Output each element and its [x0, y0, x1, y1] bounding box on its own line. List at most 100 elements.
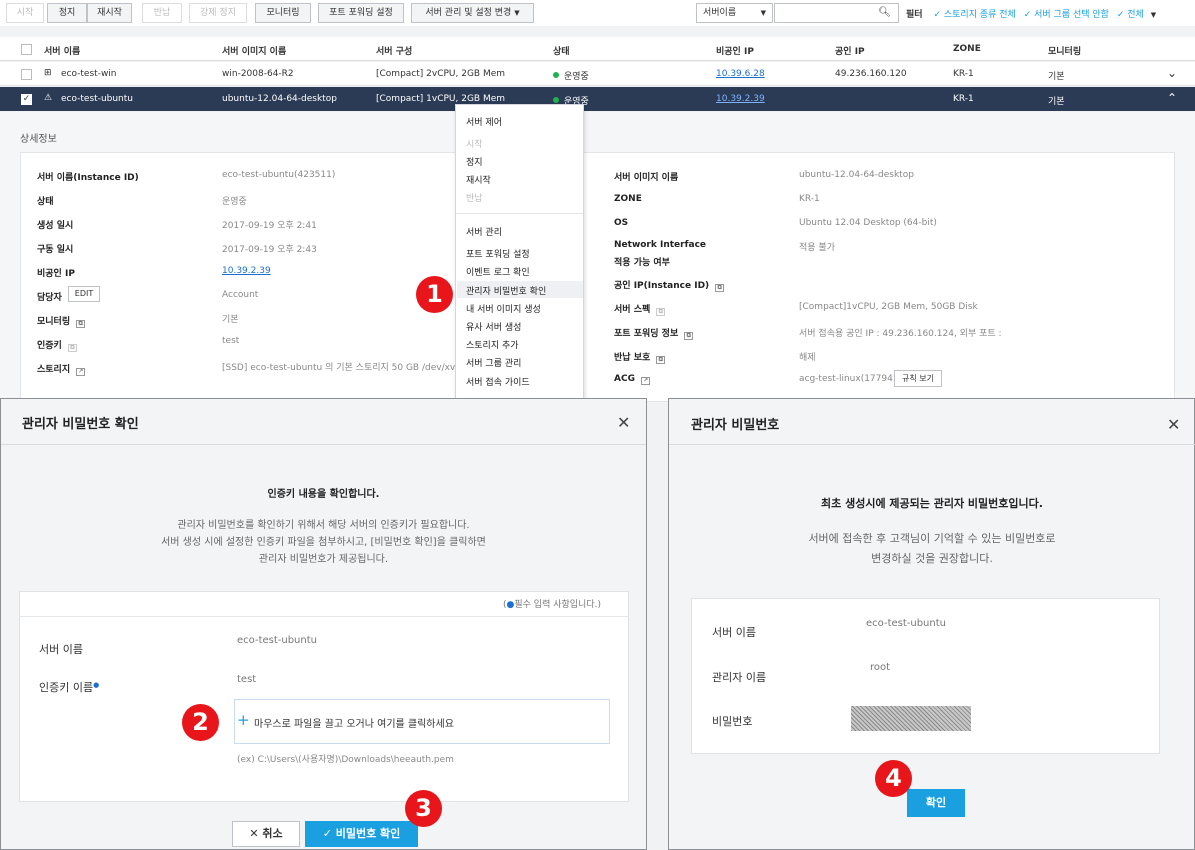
- detail-value: [SSD] eco-test-ubuntu 의 기본 스토리지 50 GB /d…: [222, 363, 467, 373]
- running-status-icon: [553, 97, 559, 103]
- menu-item[interactable]: 서버 그룹 관리: [466, 356, 521, 369]
- start-button[interactable]: 시작: [6, 3, 44, 23]
- table-row-selected[interactable]: ✓ ⚠ eco-test-ubuntu ubuntu-12.04-64-desk…: [0, 87, 1195, 111]
- server-spec: [Compact] 2vCPU, 2GB Mem: [376, 69, 506, 79]
- filter-storage[interactable]: 스토리지 종류 전체: [944, 10, 1016, 20]
- context-menu: 서버 제어 시작 정지 재시작 반납 서버 관리 포트 포워딩 설정 이벤트 로…: [455, 104, 584, 400]
- detail-label-text: ACG: [614, 374, 635, 384]
- dialog-title: 관리자 비밀번호 확인: [22, 417, 139, 432]
- popup-icon[interactable]: ⧉: [715, 284, 725, 292]
- menu-item[interactable]: 유사 서버 생성: [466, 320, 521, 333]
- form-divider: [20, 616, 628, 617]
- popup-icon[interactable]: ⧉: [656, 356, 666, 364]
- file-drop-text: 마우스로 파일을 끌고 오거나 여기를 클릭하세요: [254, 719, 454, 730]
- edit-button[interactable]: EDIT: [68, 286, 100, 302]
- chevron-down-icon[interactable]: ▼: [1151, 11, 1156, 19]
- menu-item-start[interactable]: 시작: [466, 137, 483, 150]
- column-header[interactable]: ZONE: [953, 44, 981, 54]
- menu-divider: [456, 213, 583, 214]
- detail-label-text: 스토리지: [37, 365, 71, 375]
- column-header[interactable]: 모니터링: [1048, 44, 1081, 57]
- server-name-value: eco-test-ubuntu: [237, 635, 317, 646]
- server-name[interactable]: eco-test-ubuntu: [61, 94, 133, 104]
- external-link-icon[interactable]: ↗: [640, 377, 650, 385]
- column-header[interactable]: 서버 이름: [44, 44, 80, 57]
- detail-value: [Compact]1vCPU, 2GB Mem, 50GB Disk: [799, 302, 978, 312]
- menu-item[interactable]: 스토리지 추가: [466, 338, 519, 351]
- menu-item-return[interactable]: 반납: [466, 191, 483, 204]
- popup-icon[interactable]: ⧉: [67, 344, 77, 352]
- file-drop-zone[interactable]: + 마우스로 파일을 끌고 오거나 여기를 클릭하세요: [234, 699, 610, 744]
- private-ip-link[interactable]: 10.39.2.39: [222, 266, 271, 276]
- filter-group[interactable]: 서버 그룹 선택 안함: [1034, 10, 1109, 20]
- menu-item[interactable]: 서버 접속 가이드: [466, 375, 530, 388]
- search-input[interactable]: 🔍︎: [774, 3, 899, 23]
- menu-item-stop[interactable]: 정지: [466, 155, 483, 168]
- chevron-down-icon[interactable]: ⌄: [1167, 66, 1177, 80]
- server-manage-label: 서버 관리 및 설정 변경: [425, 8, 512, 18]
- force-stop-button[interactable]: 강제 정지: [189, 3, 247, 23]
- confirm-password-button[interactable]: ✓ 비밀번호 확인: [305, 821, 418, 847]
- close-icon[interactable]: ✕: [1167, 415, 1180, 434]
- detail-label-text: 반납 보호: [614, 353, 651, 363]
- private-ip-link[interactable]: 10.39.2.39: [716, 94, 765, 104]
- column-header[interactable]: 공인 IP: [835, 44, 865, 57]
- detail-value: 적용 불가: [799, 243, 835, 253]
- detail-label-text: 모니터링: [37, 317, 71, 327]
- restart-button[interactable]: 재시작: [87, 3, 132, 23]
- private-ip-link[interactable]: 10.39.6.28: [716, 69, 765, 79]
- server-manage-dropdown[interactable]: 서버 관리 및 설정 변경 ▼: [411, 3, 534, 23]
- file-path-example: (ex) C:\Users\(사용자명)\Downloads\heeauth.p…: [237, 755, 454, 765]
- server-image: ubuntu-12.04-64-desktop: [222, 94, 337, 104]
- cancel-label: 취소: [262, 827, 283, 840]
- row-checkbox-checked[interactable]: ✓: [21, 94, 32, 105]
- popup-icon[interactable]: ⧉: [76, 320, 86, 328]
- row-checkbox[interactable]: [21, 69, 32, 80]
- menu-item-admin-password[interactable]: 관리자 비밀번호 확인: [466, 284, 546, 297]
- column-header[interactable]: 서버 구성: [376, 44, 412, 57]
- server-name[interactable]: eco-test-win: [61, 69, 117, 79]
- table-row[interactable]: ⊞ eco-test-win win-2008-64-R2 [Compact] …: [0, 62, 1195, 86]
- stop-button[interactable]: 정지: [47, 3, 87, 23]
- detail-value: Ubuntu 12.04 Desktop (64-bit): [799, 218, 937, 228]
- admin-password-confirm-dialog: 관리자 비밀번호 확인 ✕ 인증키 내용을 확인합니다. 관리자 비밀번호를 확…: [0, 398, 647, 850]
- chevron-up-icon[interactable]: ⌃: [1167, 91, 1177, 105]
- monitoring-button[interactable]: 모니터링: [255, 3, 311, 23]
- menu-item-restart[interactable]: 재시작: [466, 173, 491, 186]
- select-all-checkbox[interactable]: [21, 44, 32, 55]
- view-rules-button[interactable]: 규칙 보기: [894, 370, 942, 387]
- search-type-select[interactable]: 서버이름 ▼: [696, 3, 773, 23]
- close-icon[interactable]: ✕: [617, 413, 630, 432]
- dialog-description: 서버 생성 시에 설정한 인증키 파일을 첨부하시고, [비밀번호 확인]을 클…: [161, 537, 486, 548]
- detail-label: 스토리지 ↗: [37, 362, 86, 376]
- auth-key-value: test: [237, 674, 257, 685]
- menu-item[interactable]: 내 서버 이미지 생성: [466, 302, 541, 315]
- windows-icon: ⊞: [44, 68, 52, 78]
- external-link-icon[interactable]: ↗: [76, 368, 86, 376]
- cancel-button[interactable]: ✕ 취소: [232, 821, 300, 847]
- search-icon[interactable]: 🔍︎: [878, 4, 891, 22]
- return-button[interactable]: 반납: [142, 3, 182, 23]
- port-forwarding-button[interactable]: 포트 포워딩 설정: [318, 3, 404, 23]
- dialog-heading: 인증키 내용을 확인합니다.: [267, 489, 380, 500]
- detail-value: 기본: [222, 315, 239, 325]
- column-header[interactable]: 상태: [553, 44, 570, 57]
- detail-label: 비공인 IP: [37, 269, 75, 279]
- popup-icon[interactable]: ⧉: [656, 308, 666, 316]
- menu-section-server-control: 서버 제어: [466, 118, 502, 128]
- required-dot-icon: ●: [93, 681, 100, 689]
- filter-label: 필터: [906, 10, 923, 20]
- running-status-icon: [553, 72, 559, 78]
- filter-all[interactable]: 전체: [1127, 10, 1144, 20]
- popup-icon[interactable]: ⧉: [684, 332, 694, 340]
- menu-item[interactable]: 이벤트 로그 확인: [466, 265, 530, 278]
- details-section: 상세정보 서버 이름(Instance ID) eco-test-ubuntu(…: [0, 112, 1195, 402]
- menu-item[interactable]: 포트 포워딩 설정: [466, 247, 530, 260]
- monitoring: 기본: [1048, 97, 1065, 107]
- detail-label-text: 공인 IP(Instance ID): [614, 281, 710, 291]
- column-header[interactable]: 비공인 IP: [716, 44, 754, 57]
- ok-button[interactable]: 확인: [907, 789, 965, 817]
- check-icon: ✓: [322, 827, 332, 840]
- detail-value: 해제: [799, 353, 816, 363]
- column-header[interactable]: 서버 이미지 이름: [222, 44, 286, 57]
